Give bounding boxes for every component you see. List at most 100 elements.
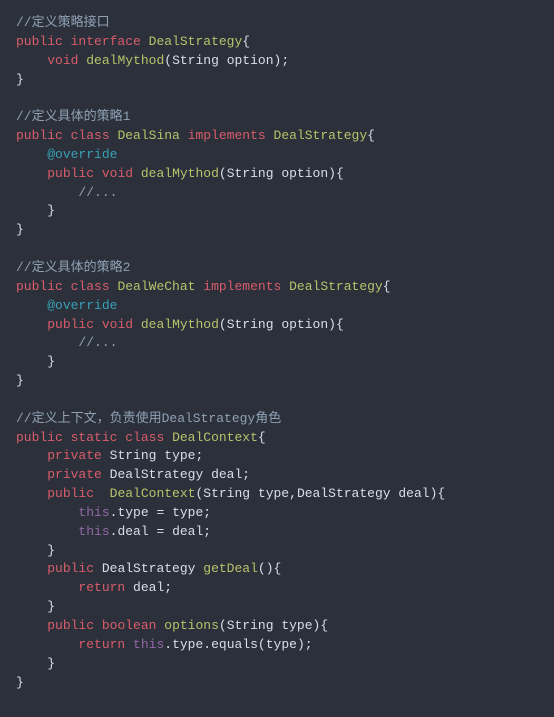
brace-close: }	[16, 675, 24, 690]
semicolon: ;	[203, 505, 211, 520]
brace-open: {	[383, 279, 391, 294]
type-name: DealWeChat	[117, 279, 195, 294]
paren-open: (	[258, 561, 266, 576]
brace-open: {	[274, 561, 282, 576]
kw-public: public	[16, 279, 63, 294]
kw-public: public	[47, 486, 94, 501]
semicolon: ;	[281, 53, 289, 68]
semicolon: ;	[203, 524, 211, 539]
field-ref: type	[172, 637, 203, 652]
brace-close: }	[47, 599, 55, 614]
field-type: DealStrategy	[110, 467, 204, 482]
brace-close: }	[47, 354, 55, 369]
field-name: deal	[211, 467, 242, 482]
brace-open: {	[336, 317, 344, 332]
param-name: deal	[398, 486, 429, 501]
brace-close: }	[16, 373, 24, 388]
kw-class: class	[71, 279, 110, 294]
method-name: dealMythod	[141, 166, 219, 181]
code-comment: //定义上下文，负责使用DealStrategy角色	[16, 411, 281, 426]
type-name: DealStrategy	[274, 128, 368, 143]
annotation-override: @override	[47, 147, 117, 162]
method-name: options	[164, 618, 219, 633]
param-type: String	[227, 317, 274, 332]
kw-public: public	[47, 166, 94, 181]
paren-close: )	[328, 166, 336, 181]
paren-open: (	[258, 637, 266, 652]
brace-open: {	[367, 128, 375, 143]
type-name: DealStrategy	[149, 34, 243, 49]
assign: =	[149, 524, 172, 539]
field-name: type	[164, 448, 195, 463]
kw-static: static	[71, 430, 118, 445]
type-name: DealContext	[172, 430, 258, 445]
var-ref: type	[172, 505, 203, 520]
param-name: option	[281, 166, 328, 181]
paren-open: (	[219, 317, 227, 332]
param-name: type	[281, 618, 312, 633]
kw-implements: implements	[203, 279, 281, 294]
kw-boolean: boolean	[102, 618, 157, 633]
kw-return: return	[78, 637, 125, 652]
kw-private: private	[47, 448, 102, 463]
comma: ,	[289, 486, 297, 501]
brace-close: }	[16, 72, 24, 87]
kw-public: public	[16, 128, 63, 143]
field-ref: deal	[117, 524, 148, 539]
paren-open: (	[219, 166, 227, 181]
param-name: option	[281, 317, 328, 332]
param-name: type	[258, 486, 289, 501]
annotation-override: @override	[47, 298, 117, 313]
code-comment: //...	[78, 185, 117, 200]
param-type: String	[203, 486, 250, 501]
code-comment: //定义策略接口	[16, 15, 110, 30]
kw-void: void	[102, 166, 133, 181]
param-name: option	[227, 53, 274, 68]
kw-this: this	[133, 637, 164, 652]
brace-open: {	[437, 486, 445, 501]
kw-return: return	[78, 580, 125, 595]
semicolon: ;	[242, 467, 250, 482]
kw-this: this	[78, 524, 109, 539]
param-type: String	[172, 53, 219, 68]
return-type: DealStrategy	[102, 561, 196, 576]
brace-open: {	[336, 166, 344, 181]
param-type: DealStrategy	[297, 486, 391, 501]
paren-open: (	[219, 618, 227, 633]
brace-open: {	[320, 618, 328, 633]
kw-implements: implements	[188, 128, 266, 143]
ctor-name: DealContext	[110, 486, 196, 501]
semicolon: ;	[195, 448, 203, 463]
var-ref: deal	[133, 580, 164, 595]
kw-void: void	[47, 53, 78, 68]
paren-close: )	[297, 637, 305, 652]
brace-open: {	[242, 34, 250, 49]
kw-public: public	[47, 317, 94, 332]
method-name: getDeal	[203, 561, 258, 576]
code-comment: //...	[78, 335, 117, 350]
method-name: dealMythod	[86, 53, 164, 68]
kw-class: class	[71, 128, 110, 143]
param-type: String	[227, 166, 274, 181]
code-block: //定义策略接口 public interface DealStrategy{ …	[0, 0, 554, 717]
brace-open: {	[258, 430, 266, 445]
kw-public: public	[47, 561, 94, 576]
kw-class: class	[125, 430, 164, 445]
kw-public: public	[47, 618, 94, 633]
dot: .	[164, 637, 172, 652]
param-type: String	[227, 618, 274, 633]
brace-close: }	[47, 543, 55, 558]
var-ref: deal	[172, 524, 203, 539]
code-comment: //定义具体的策略1	[16, 109, 130, 124]
code-comment: //定义具体的策略2	[16, 260, 130, 275]
brace-close: }	[16, 222, 24, 237]
field-type: String	[110, 448, 157, 463]
kw-public: public	[16, 34, 63, 49]
kw-private: private	[47, 467, 102, 482]
paren-close: )	[328, 317, 336, 332]
method-call: equals	[211, 637, 258, 652]
method-name: dealMythod	[141, 317, 219, 332]
arg: type	[266, 637, 297, 652]
kw-this: this	[78, 505, 109, 520]
semicolon: ;	[305, 637, 313, 652]
